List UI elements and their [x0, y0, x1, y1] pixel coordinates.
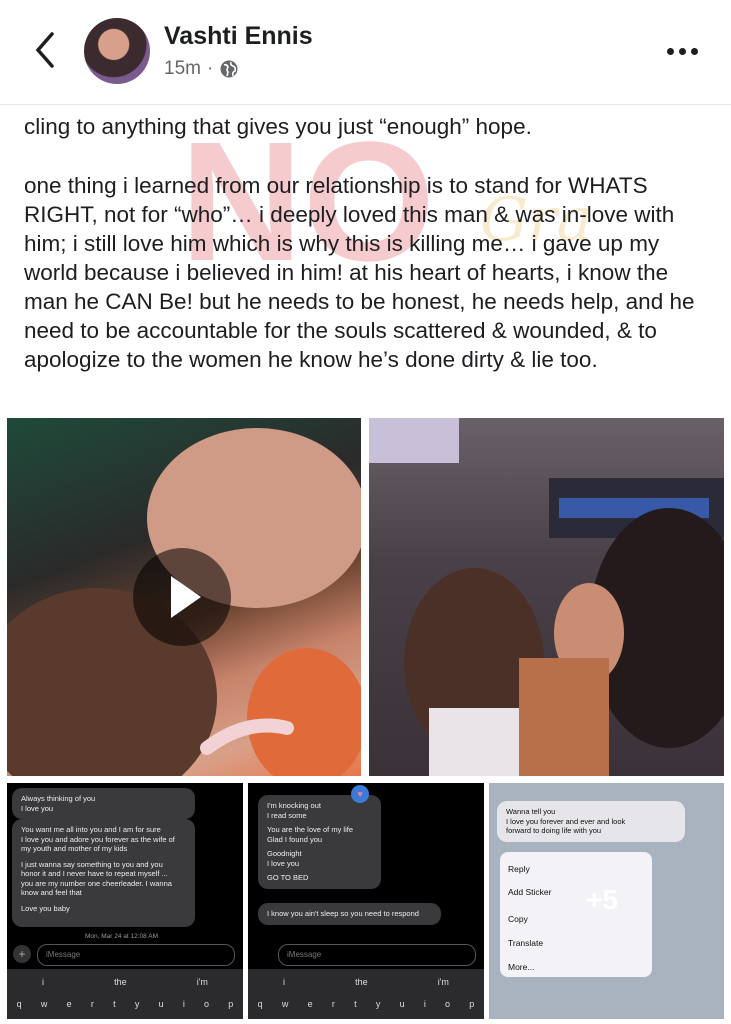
add-icon[interactable]: + [13, 945, 31, 963]
menu-item-copy[interactable]: Copy [508, 914, 528, 924]
message-timestamp: Mon, Mar 24 at 12:08 AM [85, 933, 158, 940]
context-menu: Reply Add Sticker Copy Translate More... [500, 852, 652, 977]
message-screenshot-2[interactable]: I'm knocking out I read some You are the … [248, 783, 484, 1019]
post-body: cling to anything that gives you just “e… [24, 112, 714, 402]
back-arrow-icon[interactable] [30, 28, 60, 72]
message-input[interactable]: iMessage [278, 944, 476, 966]
more-options-icon[interactable] [667, 40, 703, 62]
message-bubble: Wanna tell you I love you forever and eve… [497, 801, 685, 842]
message-screenshot-1[interactable]: Always thinking of you I love you You wan… [7, 783, 243, 1019]
post-meta: 15m · [164, 58, 239, 80]
heart-reaction-icon: ♥ [351, 785, 369, 803]
message-input[interactable]: iMessage [37, 944, 235, 966]
menu-item-translate[interactable]: Translate [508, 938, 543, 948]
meta-separator: · [206, 58, 214, 79]
message-bubble: I'm knocking out I read some You are the … [258, 795, 381, 889]
author-name[interactable]: Vashti Ennis [164, 22, 313, 51]
avatar[interactable] [84, 18, 150, 84]
message-bubble: Always thinking of you I love you [12, 788, 195, 819]
play-icon[interactable] [133, 548, 231, 646]
keyboard: i the i'm qwertyuiop [7, 969, 243, 1019]
post-paragraph: one thing i learned from our relationshi… [24, 173, 695, 372]
post-time[interactable]: 15m [164, 58, 201, 80]
menu-item-add-sticker[interactable]: Add Sticker [508, 887, 551, 897]
keyboard: i the i'm qwertyuiop [248, 969, 484, 1019]
menu-item-reply[interactable]: Reply [508, 864, 530, 874]
photo-image [369, 418, 724, 776]
post-line-cut: cling to anything that gives you just “e… [24, 114, 532, 139]
more-photos-count[interactable]: +5 [586, 884, 618, 916]
message-bubble: I know you ain't sleep so you need to re… [258, 903, 441, 925]
photo[interactable] [369, 418, 724, 776]
globe-icon [220, 60, 238, 78]
message-bubble: You want me all into you and I am for su… [12, 819, 195, 927]
post-header: Vashti Ennis 15m · [0, 0, 731, 105]
menu-item-more[interactable]: More... [508, 962, 534, 972]
